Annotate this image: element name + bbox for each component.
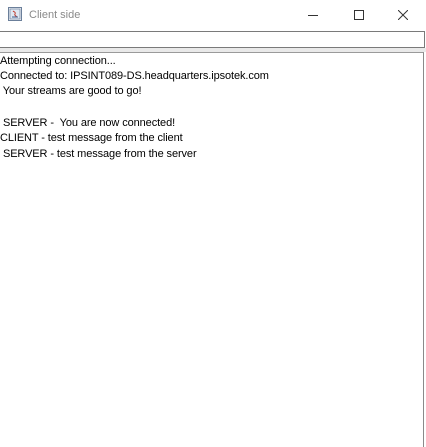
minimize-icon bbox=[308, 10, 318, 20]
chat-line-3: Your streams are good to go! bbox=[0, 85, 142, 97]
chat-line-2: Connected to: IPSINT089-DS.headquarters.… bbox=[0, 70, 269, 82]
message-input-wrapper bbox=[0, 31, 425, 52]
minimize-button[interactable] bbox=[290, 0, 336, 30]
chat-line-6: CLIENT - test message from the client bbox=[0, 132, 183, 144]
close-button[interactable] bbox=[380, 0, 426, 30]
maximize-button[interactable] bbox=[336, 0, 382, 30]
title-bar[interactable]: Client side bbox=[0, 0, 426, 30]
window-title: Client side bbox=[29, 9, 81, 21]
close-icon bbox=[398, 10, 408, 20]
chat-line-5: SERVER - You are now connected! bbox=[0, 117, 176, 129]
client-window: Client side Attempting connection... Con… bbox=[0, 0, 426, 447]
chat-line-7: SERVER - test message from the server bbox=[0, 148, 197, 160]
maximize-icon bbox=[354, 10, 364, 20]
chat-log[interactable]: Attempting connection... Connected to: I… bbox=[0, 52, 424, 447]
chat-line-1: Attempting connection... bbox=[0, 55, 116, 67]
java-window-icon bbox=[8, 7, 22, 21]
